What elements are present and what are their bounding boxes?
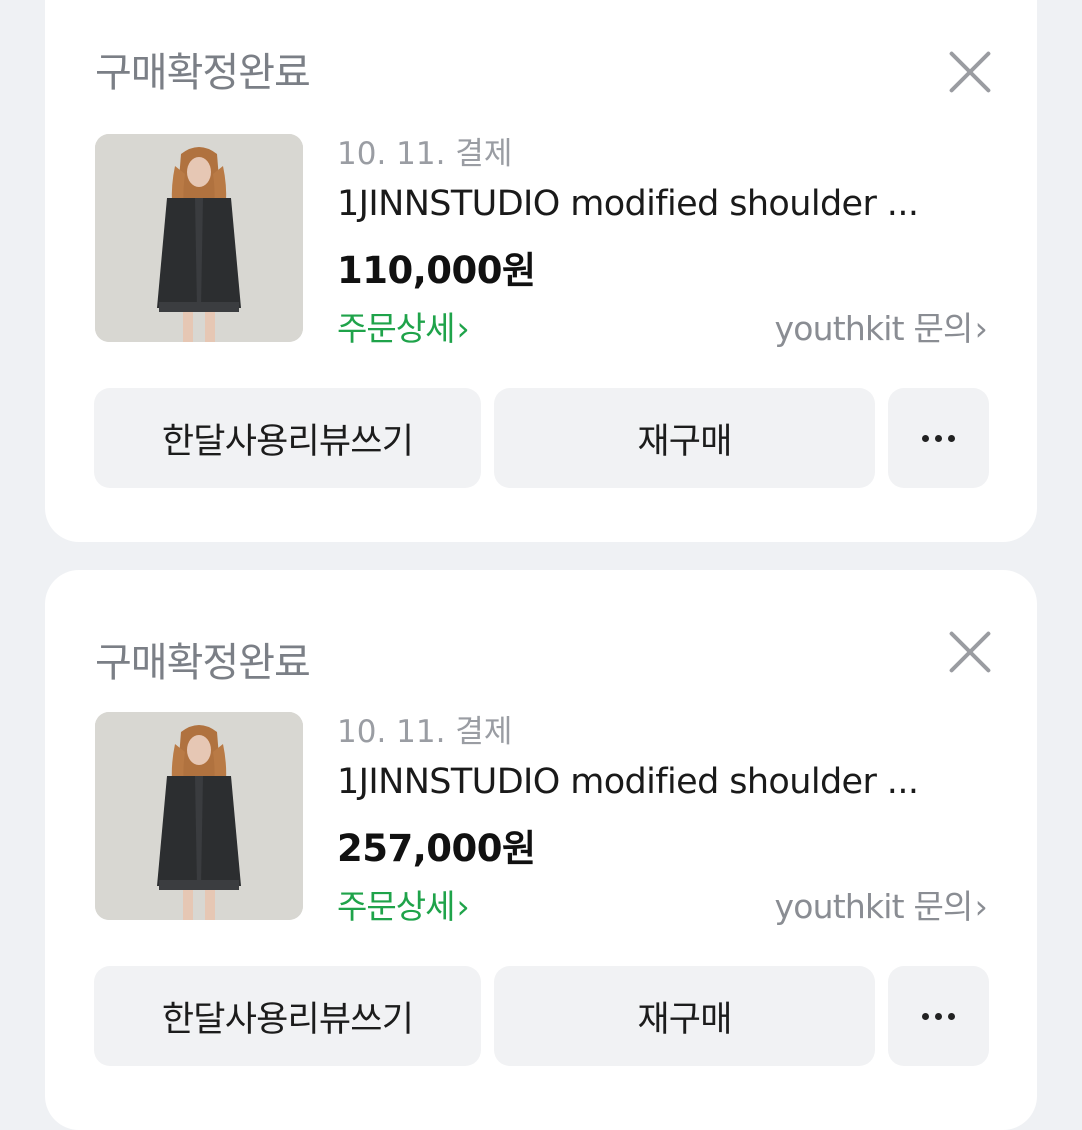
chevron-right-icon: › [974,887,988,926]
chevron-right-icon: › [456,309,469,348]
product-thumbnail[interactable] [95,712,303,920]
more-horizontal-icon [922,1012,955,1020]
seller-inquiry-link[interactable]: youthkit 문의› [774,302,987,350]
product-photo [95,712,303,920]
product-photo [95,134,303,342]
close-icon[interactable] [948,50,992,94]
order-card: 구매확정완료 10. 11. 결제 1JINNSTUDIO modified s… [45,0,1037,542]
product-title[interactable]: 1JINNSTUDIO modified shoulder ... [337,762,987,802]
order-detail-link[interactable]: 주문상세› [337,880,470,928]
chevron-right-icon: › [974,309,988,348]
rebuy-button[interactable]: 재구매 [494,966,875,1066]
order-detail-link[interactable]: 주문상세› [337,302,470,350]
more-options-button[interactable] [888,388,989,488]
seller-inquiry-label: youthkit 문의 [774,887,973,926]
payment-date: 10. 11. 결제 [337,714,513,750]
order-detail-label: 주문상세 [337,309,455,348]
write-review-button[interactable]: 한달사용리뷰쓰기 [94,966,481,1066]
seller-inquiry-link[interactable]: youthkit 문의› [774,880,987,928]
order-status: 구매확정완료 [95,50,311,96]
chevron-right-icon: › [456,887,469,926]
product-thumbnail[interactable] [95,134,303,342]
close-icon[interactable] [948,630,992,674]
order-detail-label: 주문상세 [337,887,455,926]
write-review-button[interactable]: 한달사용리뷰쓰기 [94,388,481,488]
product-price: 257,000원 [337,827,536,870]
product-title[interactable]: 1JINNSTUDIO modified shoulder ... [337,184,987,224]
seller-inquiry-label: youthkit 문의 [774,309,973,348]
rebuy-button[interactable]: 재구매 [494,388,875,488]
more-options-button[interactable] [888,966,989,1066]
more-horizontal-icon [922,434,955,442]
payment-date: 10. 11. 결제 [337,136,513,172]
product-price: 110,000원 [337,249,536,292]
order-card: 구매확정완료 10. 11. 결제 1JINNSTUDIO modified s… [45,570,1037,1130]
order-status: 구매확정완료 [95,640,311,686]
